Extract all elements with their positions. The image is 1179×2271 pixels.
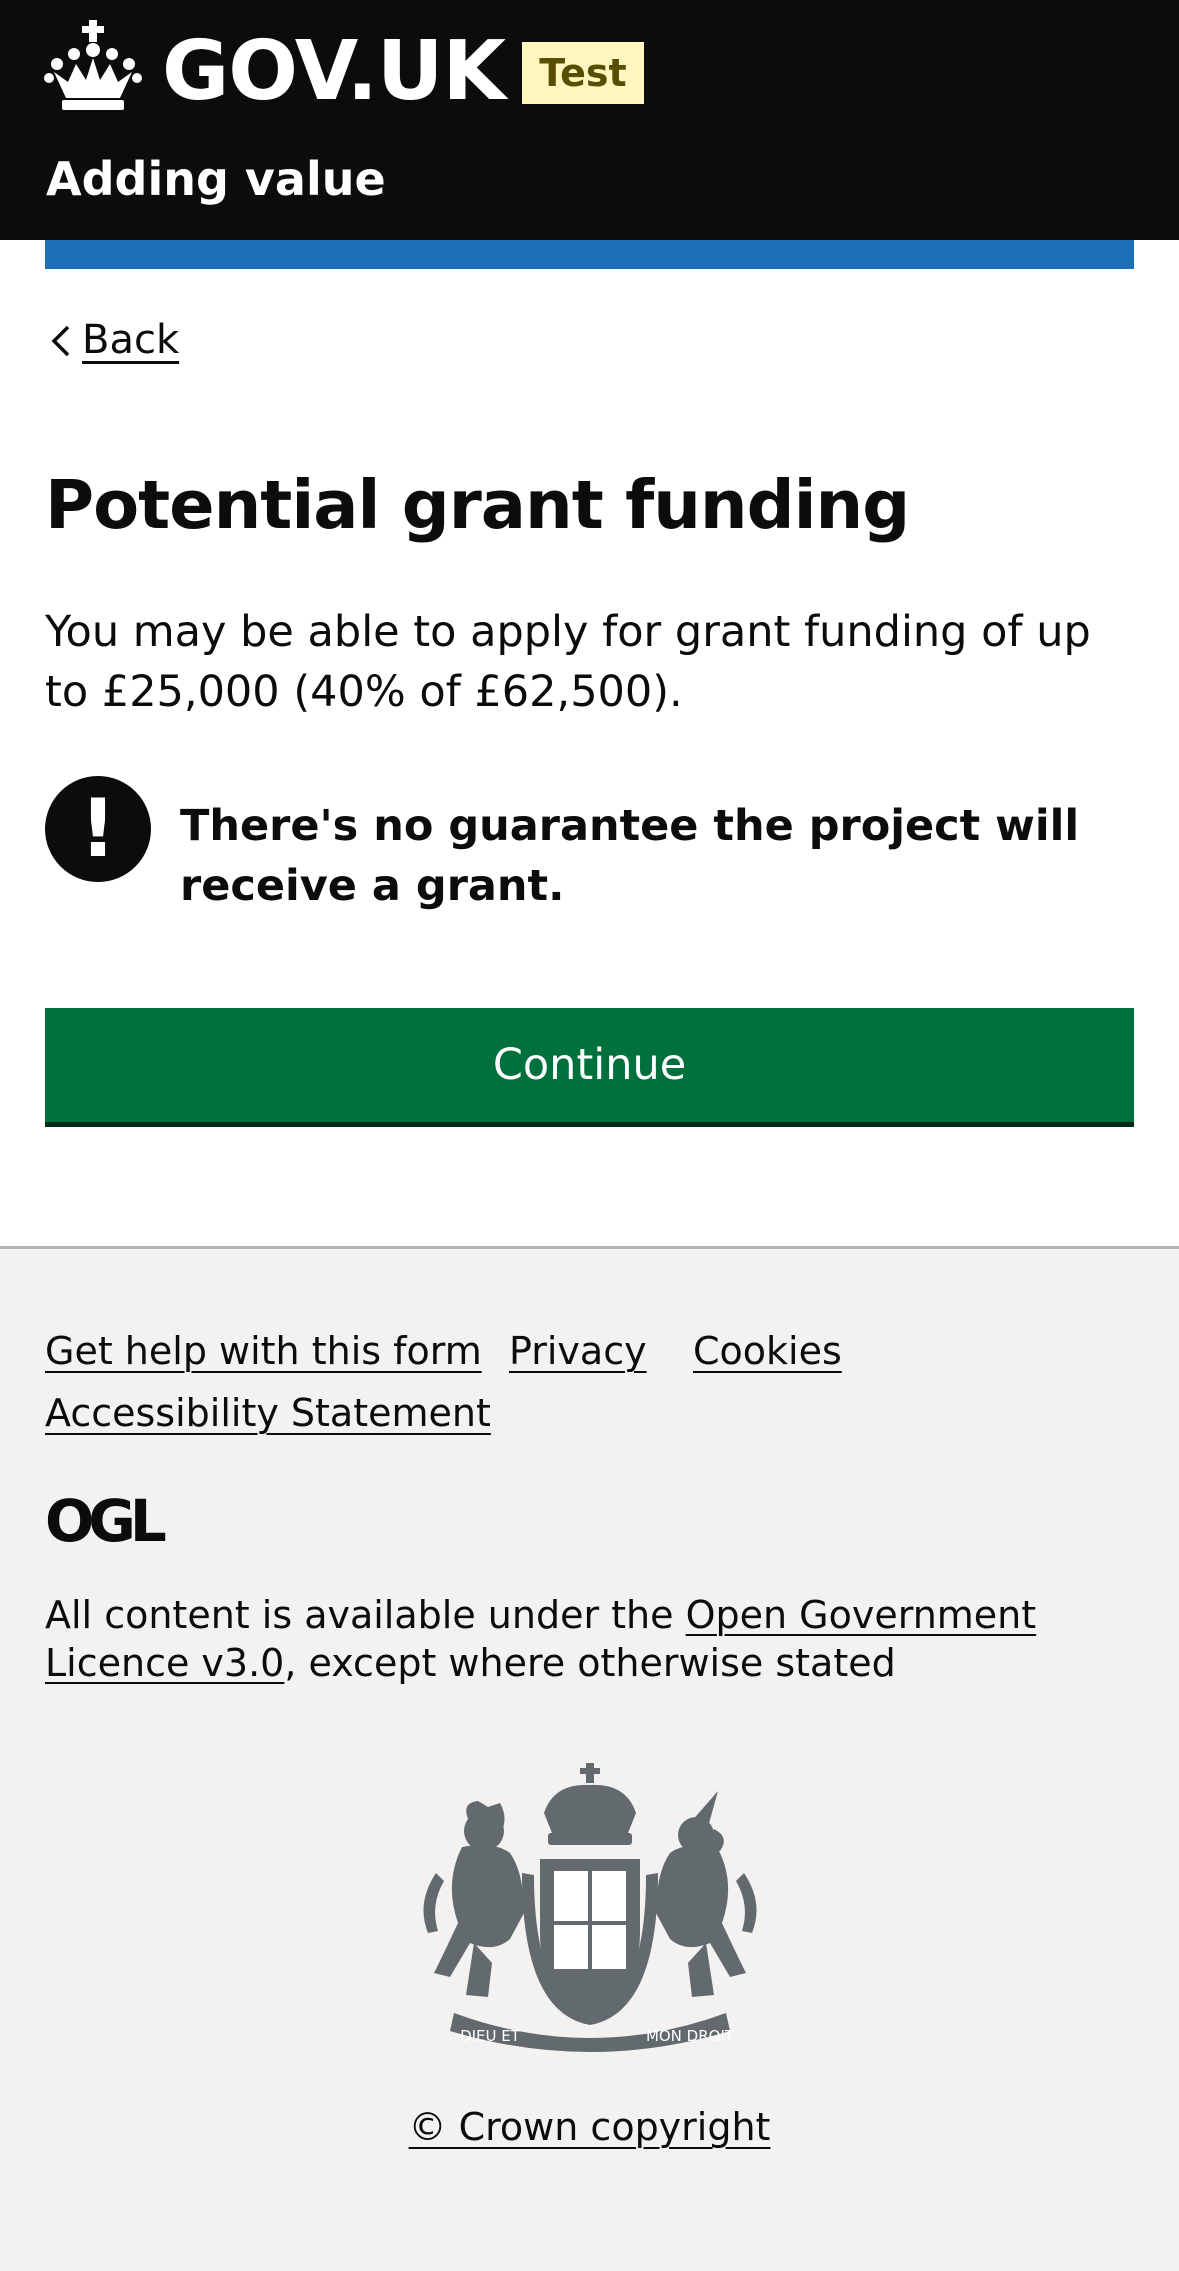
exclamation-icon: ! bbox=[45, 776, 151, 882]
crown-copyright-link[interactable]: © Crown copyright bbox=[409, 2105, 771, 2149]
footer-link-privacy[interactable]: Privacy bbox=[509, 1323, 647, 1379]
ogl-logo: OGL bbox=[45, 1495, 169, 1547]
phase-tag: Test bbox=[522, 42, 644, 104]
crest-motto-right: MON DROIT bbox=[646, 2027, 735, 2045]
site-header: GOV.UK Test Adding value bbox=[0, 0, 1179, 240]
page-title: Potential grant funding bbox=[45, 466, 910, 544]
crest-motto-left: DIEU ET bbox=[460, 2027, 521, 2045]
licence-prefix: All content is available under the bbox=[45, 1593, 686, 1637]
govuk-logo-link[interactable]: GOV.UK bbox=[162, 22, 506, 122]
warning-text: ! There's no guarantee the project will … bbox=[45, 776, 1134, 916]
chevron-left-icon bbox=[51, 325, 70, 357]
footer-link-cookies[interactable]: Cookies bbox=[693, 1323, 842, 1379]
ogl-logo-text: OGL bbox=[45, 1495, 166, 1547]
licence-text: All content is available under the Open … bbox=[45, 1591, 1045, 1687]
site-footer: Get help with this form Privacy Cookies … bbox=[0, 1246, 1179, 2271]
crown-icon bbox=[44, 20, 142, 110]
warning-message: There's no guarantee the project will re… bbox=[180, 801, 1080, 911]
royal-coat-of-arms: DIEU ET MON DROIT bbox=[423, 1763, 757, 2052]
continue-button[interactable]: Continue bbox=[45, 1008, 1134, 1122]
footer-link-accessibility[interactable]: Accessibility Statement bbox=[45, 1385, 491, 1441]
footer-link-help[interactable]: Get help with this form bbox=[45, 1323, 482, 1379]
crown-copyright: © Crown copyright bbox=[0, 2099, 1179, 2155]
grant-amount-text: You may be able to apply for grant fundi… bbox=[45, 607, 1091, 717]
service-name-link[interactable]: Adding value bbox=[46, 146, 386, 212]
header-accent-bar bbox=[45, 240, 1134, 269]
licence-suffix: , except where otherwise stated bbox=[284, 1641, 896, 1685]
back-link-label: Back bbox=[82, 317, 180, 363]
